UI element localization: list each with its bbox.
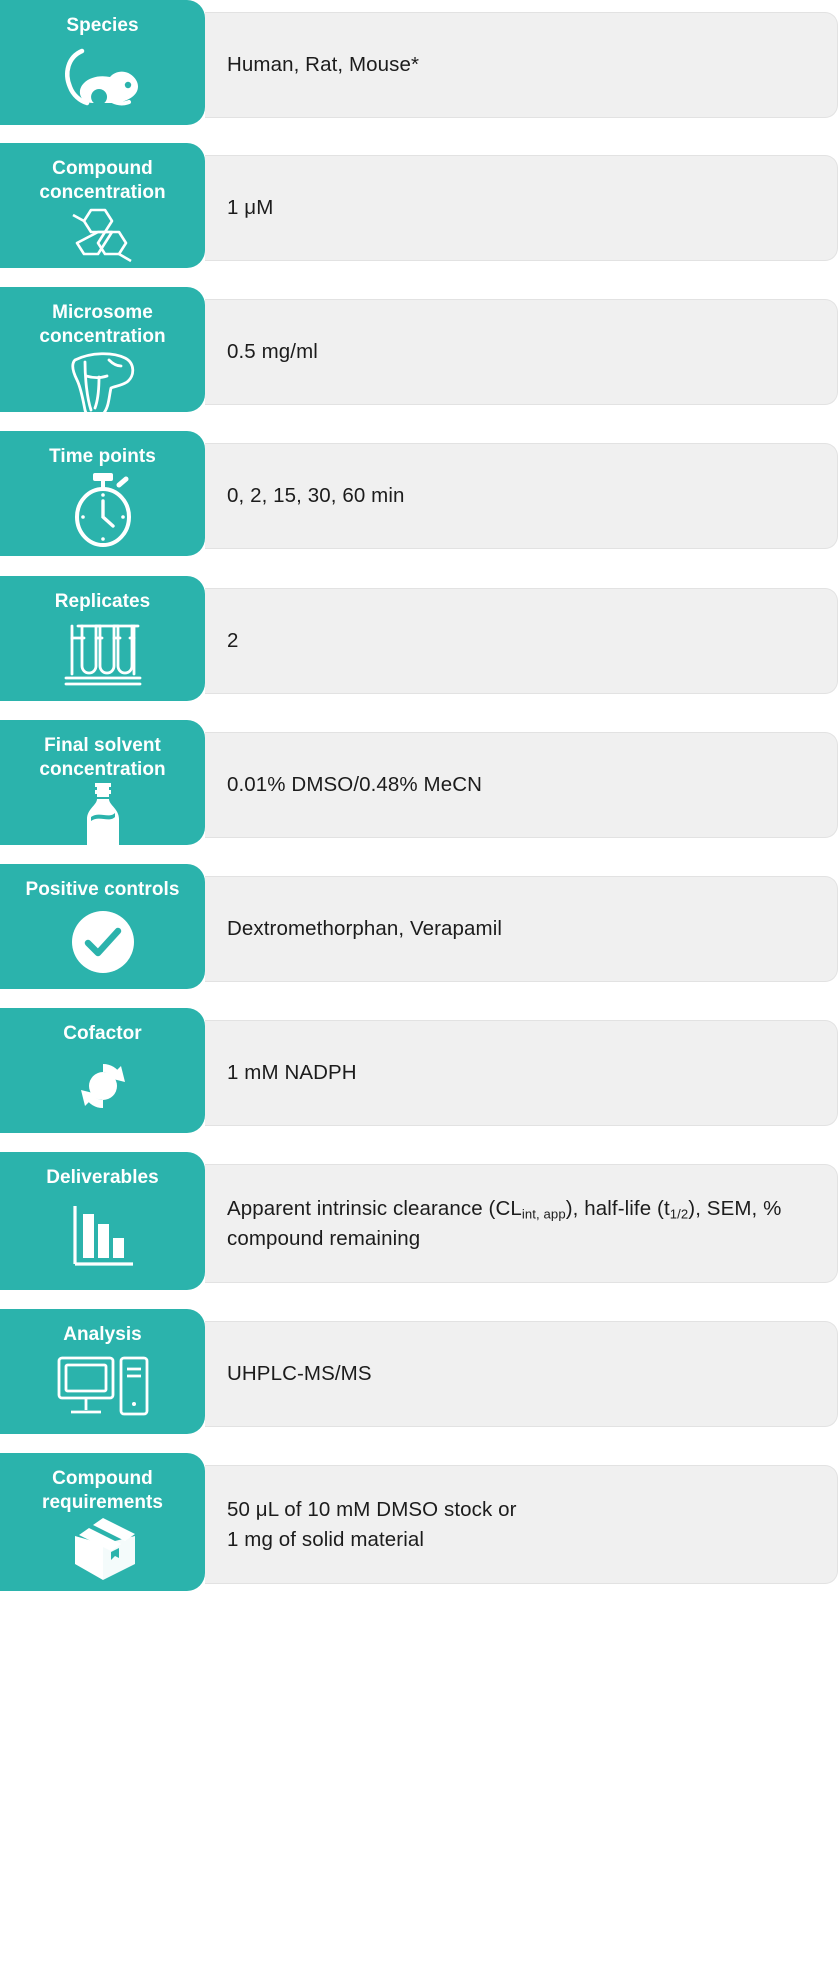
spec-row-compound-concentration: 1 μM Compound concentration bbox=[0, 143, 840, 268]
value-text-analysis: UHPLC-MS/MS bbox=[227, 1362, 372, 1386]
value-text-replicates: 2 bbox=[227, 629, 239, 653]
label-text-final-solvent-concentration: Final solvent concentration bbox=[39, 735, 166, 780]
value-text-time-points: 0, 2, 15, 30, 60 min bbox=[227, 484, 405, 508]
value-panel-compound-requirements: 50 μL of 10 mM DMSO stock or 1 mg of sol… bbox=[205, 1465, 838, 1584]
recycle-arrows-icon bbox=[0, 1046, 205, 1133]
value-panel-deliverables: Apparent intrinsic clearance (CLint, app… bbox=[205, 1164, 838, 1283]
label-card-compound-requirements: Compound requirements bbox=[0, 1453, 205, 1591]
liver-icon bbox=[0, 348, 205, 412]
value-text-microsome-concentration: 0.5 mg/ml bbox=[227, 340, 318, 364]
value-text-deliverables: Apparent intrinsic clearance (CLint, app… bbox=[227, 1197, 782, 1250]
spec-table: Human, Rat, Mouse* Species 1 μM Compound c… bbox=[0, 0, 840, 1983]
value-text-compound-requirements: 50 μL of 10 mM DMSO stock or 1 mg of sol… bbox=[227, 1498, 517, 1551]
value-panel-positive-controls: Dextromethorphan, Verapamil bbox=[205, 876, 838, 982]
spec-row-species: Human, Rat, Mouse* Species bbox=[0, 0, 840, 125]
label-text-positive-controls: Positive controls bbox=[25, 879, 180, 900]
package-box-icon bbox=[0, 1514, 205, 1591]
label-card-analysis: Analysis bbox=[0, 1309, 205, 1434]
spec-row-cofactor: 1 mM NADPH Cofactor bbox=[0, 1008, 840, 1133]
label-card-time-points: Time points bbox=[0, 431, 205, 556]
label-text-species: Species bbox=[66, 15, 139, 36]
stopwatch-icon bbox=[0, 469, 205, 556]
value-text-final-solvent-concentration: 0.01% DMSO/0.48% MeCN bbox=[227, 773, 483, 797]
spec-row-replicates: 2 Replicates bbox=[0, 576, 840, 701]
value-panel-cofactor: 1 mM NADPH bbox=[205, 1020, 838, 1126]
mouse-icon bbox=[0, 38, 205, 125]
spec-row-final-solvent-concentration: 0.01% DMSO/0.48% MeCN Final solvent conce… bbox=[0, 720, 840, 845]
value-panel-compound-concentration: 1 μM bbox=[205, 155, 838, 261]
value-text-compound-concentration: 1 μM bbox=[227, 196, 274, 220]
label-card-species: Species bbox=[0, 0, 205, 125]
spec-row-compound-requirements: 50 μL of 10 mM DMSO stock or 1 mg of sol… bbox=[0, 1453, 840, 1591]
value-panel-analysis: UHPLC-MS/MS bbox=[205, 1321, 838, 1427]
label-text-time-points: Time points bbox=[49, 446, 156, 467]
value-text-cofactor: 1 mM NADPH bbox=[227, 1061, 357, 1085]
label-card-compound-concentration: Compound concentration bbox=[0, 143, 205, 268]
label-text-deliverables: Deliverables bbox=[46, 1167, 159, 1188]
check-circle-icon bbox=[0, 902, 205, 989]
label-card-positive-controls: Positive controls bbox=[0, 864, 205, 989]
label-card-deliverables: Deliverables bbox=[0, 1152, 205, 1290]
spec-row-microsome-concentration: 0.5 mg/ml Microsome concentration bbox=[0, 287, 840, 412]
spec-row-time-points: 0, 2, 15, 30, 60 min Time points bbox=[0, 431, 840, 556]
label-text-compound-requirements: Compound requirements bbox=[42, 1468, 163, 1513]
spec-row-positive-controls: Dextromethorphan, Verapamil Positive cont… bbox=[0, 864, 840, 989]
bottle-icon bbox=[0, 781, 205, 845]
value-panel-microsome-concentration: 0.5 mg/ml bbox=[205, 299, 838, 405]
label-card-microsome-concentration: Microsome concentration bbox=[0, 287, 205, 412]
hexagon-molecule-icon bbox=[0, 204, 205, 268]
label-text-compound-concentration: Compound concentration bbox=[39, 158, 166, 203]
computer-icon bbox=[0, 1347, 205, 1434]
test-tubes-icon bbox=[0, 614, 205, 701]
label-card-replicates: Replicates bbox=[0, 576, 205, 701]
label-text-cofactor: Cofactor bbox=[63, 1023, 142, 1044]
value-text-positive-controls: Dextromethorphan, Verapamil bbox=[227, 917, 503, 941]
label-card-final-solvent-concentration: Final solvent concentration bbox=[0, 720, 205, 845]
label-card-cofactor: Cofactor bbox=[0, 1008, 205, 1133]
value-text-species: Human, Rat, Mouse* bbox=[227, 53, 420, 77]
spec-row-analysis: UHPLC-MS/MS Analysis bbox=[0, 1309, 840, 1434]
label-text-analysis: Analysis bbox=[63, 1324, 142, 1345]
value-panel-time-points: 0, 2, 15, 30, 60 min bbox=[205, 443, 838, 549]
value-panel-replicates: 2 bbox=[205, 588, 838, 694]
label-text-replicates: Replicates bbox=[54, 591, 151, 612]
value-panel-species: Human, Rat, Mouse* bbox=[205, 12, 838, 118]
value-panel-final-solvent-concentration: 0.01% DMSO/0.48% MeCN bbox=[205, 732, 838, 838]
spec-row-deliverables: Apparent intrinsic clearance (CLint, app… bbox=[0, 1152, 840, 1290]
bar-chart-icon bbox=[0, 1190, 205, 1290]
label-text-microsome-concentration: Microsome concentration bbox=[39, 302, 166, 347]
